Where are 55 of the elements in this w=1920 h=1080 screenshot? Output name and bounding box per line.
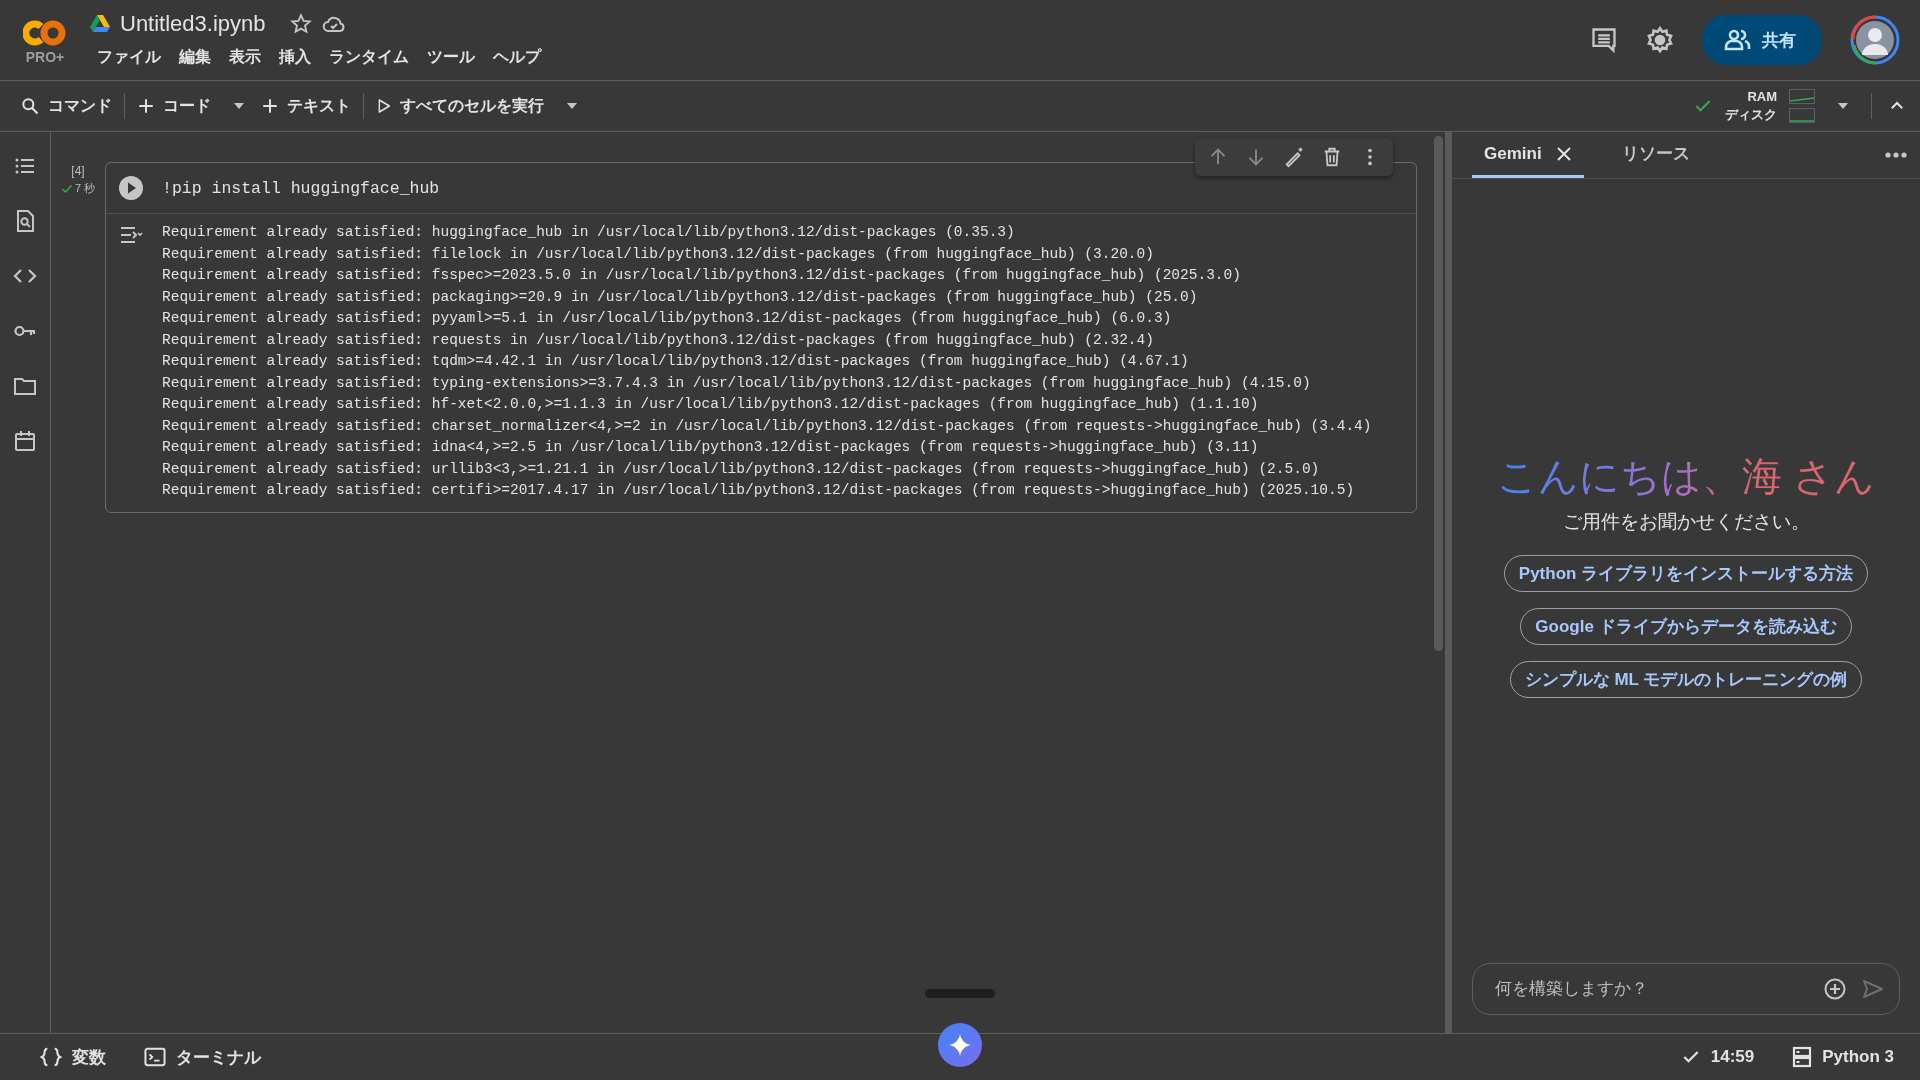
toolbar-button[interactable]: コマンド [12,89,120,123]
logo-icon[interactable] [23,19,67,47]
ram-label: RAM [1747,88,1777,106]
terminal-button[interactable]: ターミナル [138,1044,267,1070]
gemini-button[interactable] [938,1023,982,1067]
sparkle-icon [948,1033,972,1057]
variables-button[interactable]: 変数 [34,1044,112,1070]
execution-time: 7 秒 [74,181,96,196]
menu-item[interactable]: ファイル [90,44,168,70]
code-line[interactable]: !pip install huggingface_hub [162,178,440,198]
avatar[interactable] [1850,15,1900,65]
runtime-button[interactable]: Python 3 [1786,1045,1900,1069]
run-cell-button[interactable] [118,175,144,201]
toolbar-button[interactable]: テキスト [253,89,359,123]
prompt-input[interactable]: 何を構築しますか？ [1493,978,1809,1000]
magic-pen-icon[interactable] [1283,146,1305,168]
last-saved-status[interactable]: 14:59 [1674,1046,1761,1068]
execution-count: [4] [71,164,85,178]
terminal-icon [144,1047,166,1067]
menu-item[interactable]: ヘルプ [486,44,548,70]
resize-handle[interactable] [925,989,995,998]
plus-icon [261,97,279,115]
scrollbar[interactable] [1433,136,1443,651]
play-icon [376,98,392,114]
server-icon [1792,1046,1813,1068]
people-icon [1724,28,1752,52]
disk-label: ディスク [1725,106,1777,124]
toolbar-button[interactable]: コード [129,89,253,123]
comment-icon[interactable] [1590,26,1618,54]
settings-icon[interactable] [1646,26,1674,54]
menu-item[interactable]: ツール [420,44,482,70]
greeting-subtitle: ご用件をお聞かせください。 [1562,510,1810,534]
toolbar-button[interactable]: すべてのセルを実行 [368,89,586,123]
add-icon[interactable] [1823,977,1847,1001]
panel-tab[interactable]: リソース [1609,132,1702,178]
more-icon[interactable] [1884,151,1908,159]
notebook-title[interactable]: Untitled3.ipynb [120,10,266,37]
cell-output: Requirement already satisfied: huggingface_hub in /usr/local/lib/python3.12/dist-packages (0.35.3) Requirement already satisfied: filelock in /usr/local/lib/python3.12/dist-packages (from huggingface_hub) (3.20.0) Requirement already satisfied: fsspec>=2023.5.0 in /usr/local/lib/python3.12/dist-packages (from huggingface_hub) (2025.3.0) Requirement already satisfied: packaging>=20.9 in /usr/local/lib/python3.12/dist-packages (from huggingface_hub) (25.0) Requirement already satisfied: pyyaml>=5.1 in /usr/local/lib/python3.12/dist-packages (from huggingface_hub) (6.0.3) Requirement already satisfied: requests in /usr/local/lib/python3.12/dist-packages (from huggingface_hub) (2.32.4) Requirement already satisfied: tqdm>=4.42.1 in /usr/local/lib/python3.12/dist-packages (from huggingface_hub) (4.67.1) Requirement already satisfied: typing-extensions>=3.7.4.3 in /usr/local/lib/python3.12/dist-packages (from huggingface_hub) (4.15.0) Requirement already satisfied: hf-xet<2.0.0,>=1.1.3 in /usr/local/lib/python3.12/dist-packages (from huggingface_hub) (1.1.10) Requirement already satisfied: charset_normalizer<4,>=2 in /usr/local/lib/python3.12/dist-packages (from requests->huggingface_hub) (3.4.4) Requirement already satisfied: idna<4,>=2.5 in /usr/local/lib/python3.12/dist-packages (from requests->huggingface_hub) (3.11) Requirement already satisfied: urllib3<3,>=1.21.1 in /usr/local/lib/python3.12/dist-packages (from requests->huggingface_hub) (2.5.0) Requirement already satisfied: certifi>=2017.4.17 in /usr/local/lib/python3.12/dist-packages (from requests->huggingface_hub) (2025.10.5) [162,223,1372,500]
braces-icon [40,1046,62,1068]
prompt-field[interactable]: 何を構築しますか？ [1472,963,1900,1015]
disk-graph[interactable] [1789,108,1815,123]
menu-item[interactable]: 挿入 [272,44,318,70]
menu-item[interactable]: 編集 [172,44,218,70]
drive-icon[interactable] [90,14,110,33]
close-icon[interactable] [1555,145,1572,162]
star-icon[interactable] [289,12,312,35]
menu-item[interactable]: ランタイム [322,44,416,70]
panel-tab[interactable]: Gemini [1472,132,1584,178]
share-button[interactable]: 共有 [1702,15,1822,65]
plan-label: PRO+ [25,49,65,65]
menu-item[interactable]: 表示 [222,44,268,70]
plus-icon [137,97,155,115]
search-icon [20,96,40,116]
calendar-icon[interactable] [13,429,37,453]
ram-graph[interactable] [1789,89,1815,104]
